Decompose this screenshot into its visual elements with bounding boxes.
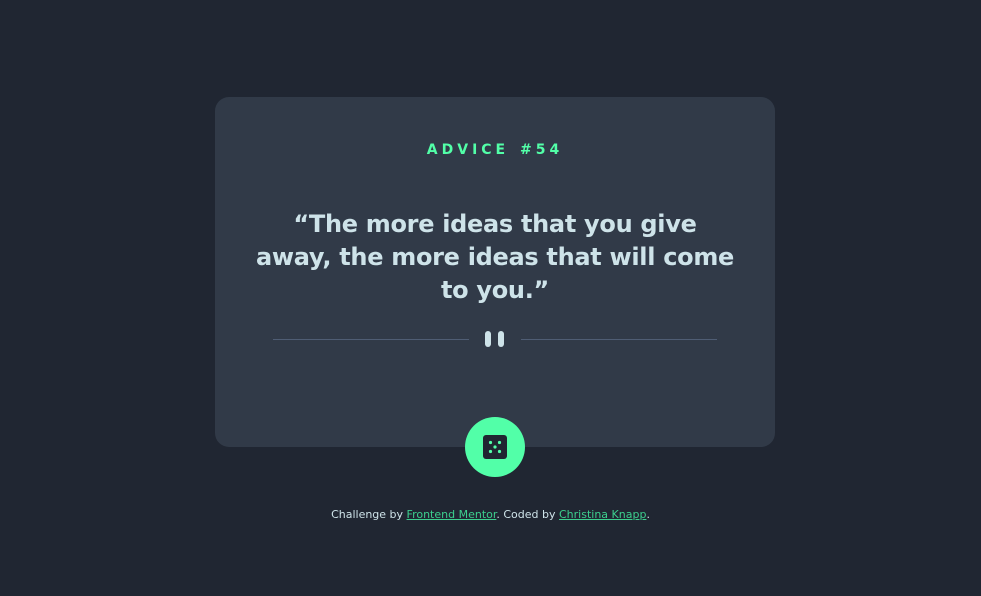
advice-number: #54 [520,142,564,158]
footer-middle: . Coded by [496,508,559,521]
advice-card: ADVICE #54 “The more ideas that you give… [215,97,775,447]
footer-suffix: . [646,508,650,521]
divider [273,330,717,348]
pause-icon [485,331,505,347]
author-link[interactable]: Christina Knapp [559,508,646,521]
advice-heading-label: ADVICE [426,142,510,158]
new-advice-button[interactable] [465,417,525,477]
frontend-mentor-link[interactable]: Frontend Mentor [407,508,497,521]
divider-line-left [273,339,469,340]
attribution-footer: Challenge by Frontend Mentor. Coded by C… [0,508,981,522]
dice-icon [483,435,507,459]
footer-prefix: Challenge by [331,508,407,521]
advice-quote: “The more ideas that you give away, the … [255,210,735,304]
advice-heading: ADVICE #54 [215,141,775,159]
divider-line-right [521,339,717,340]
